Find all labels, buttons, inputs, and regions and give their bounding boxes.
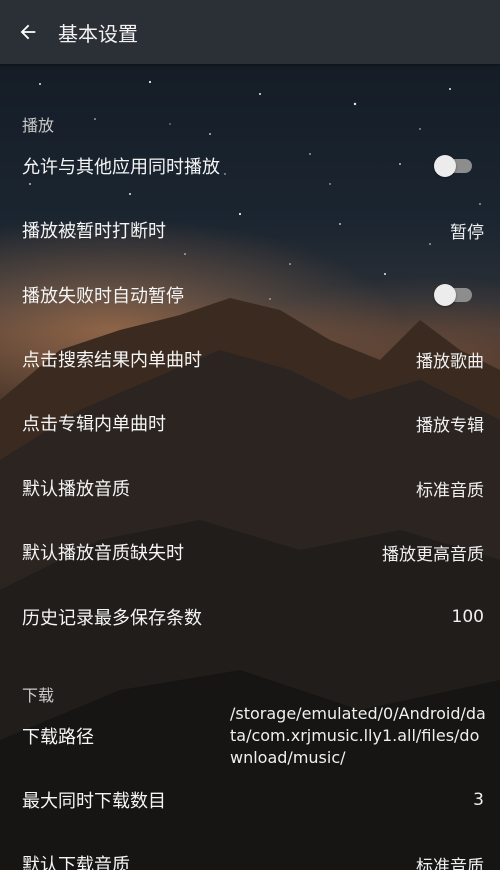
setting-label: 最大同时下载数目 [22, 791, 166, 812]
setting-on-interrupt[interactable]: 播放被暂时打断时 暂停 [0, 198, 500, 262]
toggle-knob [434, 284, 456, 306]
setting-allow-concurrent[interactable]: 允许与其他应用同时播放 [0, 134, 500, 198]
setting-default-download-quality[interactable]: 默认下载音质 标准音质 [0, 832, 500, 870]
setting-label: 播放失败时自动暂停 [22, 286, 184, 307]
setting-label: 点击专辑内单曲时 [22, 414, 166, 435]
setting-label: 历史记录最多保存条数 [22, 608, 202, 629]
setting-value: 暂停 [450, 222, 484, 243]
auto-pause-toggle[interactable] [434, 284, 472, 306]
setting-auto-pause-on-fail[interactable]: 播放失败时自动暂停 [0, 263, 500, 327]
setting-search-single-click[interactable]: 点击搜索结果内单曲时 播放歌曲 [0, 327, 500, 391]
setting-default-quality[interactable]: 默认播放音质 标准音质 [0, 456, 500, 520]
setting-download-path[interactable]: 下载路径 /storage/emulated/0/Android/data/co… [0, 700, 500, 772]
allow-concurrent-toggle[interactable] [434, 155, 472, 177]
setting-value: 标准音质 [416, 480, 484, 501]
setting-album-single-click[interactable]: 点击专辑内单曲时 播放专辑 [0, 391, 500, 455]
page-title: 基本设置 [58, 21, 138, 46]
setting-value: 播放歌曲 [416, 351, 484, 372]
setting-value: 标准音质 [416, 856, 484, 870]
setting-label: 点击搜索结果内单曲时 [22, 350, 202, 371]
setting-label: 允许与其他应用同时播放 [22, 157, 220, 178]
setting-label: 默认播放音质缺失时 [22, 543, 184, 564]
settings-screen: 基本设置 播放 允许与其他应用同时播放 播放被暂时打断时 暂停 播放失败时自动暂… [0, 0, 500, 870]
setting-value: 播放更高音质 [382, 544, 484, 565]
setting-value: 播放专辑 [416, 415, 484, 436]
setting-history-max[interactable]: 历史记录最多保存条数 100 [0, 585, 500, 649]
setting-label: 默认下载音质 [22, 855, 130, 870]
setting-label: 下载路径 [22, 727, 94, 748]
toggle-knob [434, 155, 456, 177]
setting-value: 3 [473, 790, 484, 810]
app-bar: 基本设置 [0, 0, 500, 64]
back-button[interactable] [16, 20, 40, 44]
download-path-value: /storage/emulated/0/Android/data/com.xrj… [230, 704, 486, 767]
section-header-playback: 播放 [22, 116, 55, 135]
setting-value: 100 [451, 607, 484, 627]
setting-quality-missing[interactable]: 默认播放音质缺失时 播放更高音质 [0, 520, 500, 584]
setting-label: 播放被暂时打断时 [22, 221, 166, 242]
arrow-left-icon [20, 24, 36, 40]
setting-max-concurrent-download[interactable]: 最大同时下载数目 3 [0, 768, 500, 832]
setting-label: 默认播放音质 [22, 479, 130, 500]
